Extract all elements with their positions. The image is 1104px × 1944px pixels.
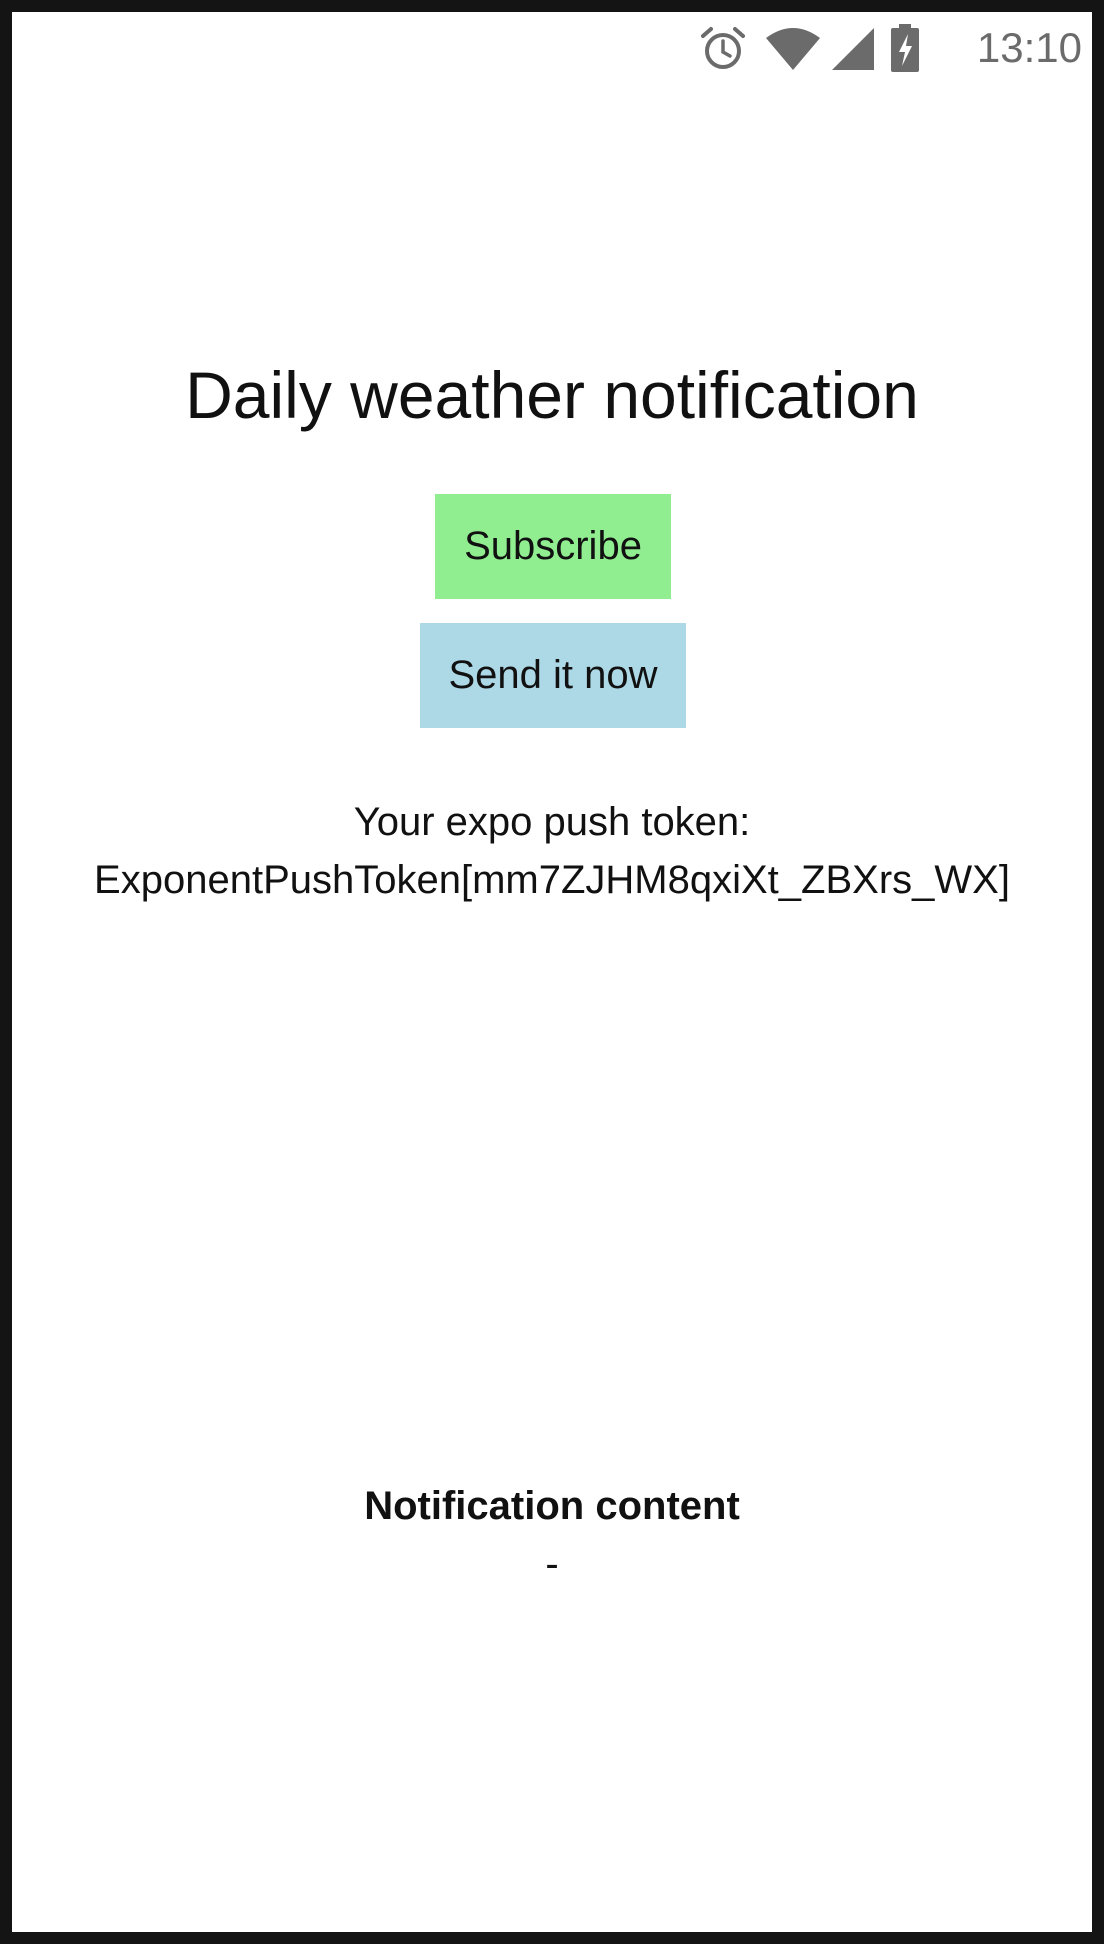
alarm-icon [701,27,745,69]
battery-charging-icon [891,24,919,72]
cell-signal-icon [832,28,874,70]
status-time: 13:10 [976,24,1082,71]
send-now-button[interactable]: Send it now [420,623,686,728]
send-now-button-label: Send it now [448,653,658,697]
push-token-label: Your expo push token: [353,800,751,844]
page-title: Daily weather notification [185,358,919,432]
device-frame: 13:10 Daily weather notification Subscri… [0,0,1104,1944]
push-token-value: ExponentPushToken[mm7ZJHM8qxiXt_ZBXrs_WX… [94,858,1010,902]
app-screen: 13:10 Daily weather notification Subscri… [12,12,1092,1932]
status-bar: 13:10 [12,12,1092,96]
subscribe-button[interactable]: Subscribe [435,494,671,599]
notification-body: - [545,1542,559,1586]
wifi-icon [766,28,820,70]
subscribe-button-label: Subscribe [464,524,642,568]
notification-heading: Notification content [364,1484,740,1528]
